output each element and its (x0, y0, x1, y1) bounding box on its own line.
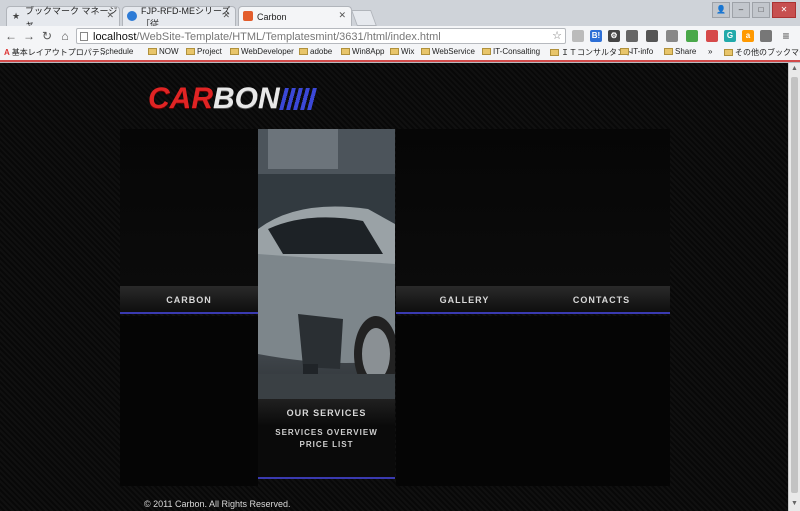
carbon-logo[interactable]: CARBON (148, 82, 319, 116)
extension-icon[interactable] (626, 30, 638, 42)
nav-block-contacts[interactable]: CONTACTS (533, 129, 670, 314)
bookmarks-bar: A 基本レイアウトプロパテ… Schedule NOW Project WebDe… (0, 46, 800, 60)
toolbar: ← → ↻ ⌂ localhost/WebSite-Template/HTML/… (0, 26, 800, 46)
nav-our-services[interactable]: OUR SERVICES (258, 408, 395, 418)
reload-icon[interactable]: ↻ (40, 29, 54, 43)
bookmark-item[interactable]: Project (186, 47, 222, 56)
scrollbar-thumb[interactable] (791, 77, 798, 493)
hatena-icon[interactable]: B! (590, 30, 602, 42)
content-panel-left (120, 316, 258, 486)
address-bar[interactable]: localhost/WebSite-Template/HTML/Template… (76, 28, 566, 44)
tab-strip: ★ ブックマーク マネージャ ✕ FJP-RFD-MEシリーズ［従 ✕ Carb… (0, 0, 800, 29)
window-controls: 👤 – □ ✕ (712, 2, 796, 18)
url-host: localhost (93, 31, 137, 43)
bookmark-item[interactable]: Schedule (98, 47, 133, 56)
page-icon (80, 32, 88, 41)
home-icon[interactable]: ⌂ (58, 29, 72, 43)
extension-icon[interactable] (686, 30, 698, 42)
bookmark-item[interactable]: その他のブックマーク (724, 47, 800, 58)
services-block: OUR SERVICES SERVICES OVERVIEW PRICE LIS… (258, 129, 395, 479)
folder-icon (299, 48, 308, 55)
forward-icon[interactable]: → (22, 29, 36, 43)
content-panel-middle (396, 316, 533, 486)
folder-icon (390, 48, 399, 55)
extension-icon[interactable] (760, 30, 772, 42)
folder-icon (482, 48, 491, 55)
nav-gallery[interactable]: GALLERY (396, 295, 533, 305)
link-services-overview[interactable]: SERVICES OVERVIEW (258, 428, 395, 437)
amazon-icon[interactable]: a (742, 30, 754, 42)
cast-icon[interactable] (666, 30, 678, 42)
folder-icon (341, 48, 350, 55)
bookmark-item[interactable]: WebDeveloper (230, 47, 294, 56)
bookmark-item[interactable]: NOW (148, 47, 179, 56)
url-path: /WebSite-Template/HTML/Templatesmint/363… (136, 31, 441, 43)
bookmark-item[interactable]: WebService (421, 47, 475, 56)
menu-icon[interactable]: ≡ (780, 30, 792, 42)
close-icon[interactable]: ✕ (338, 10, 346, 21)
bookmarks-overflow[interactable]: » (708, 47, 712, 56)
folder-icon (724, 49, 733, 56)
close-window-icon[interactable]: ✕ (772, 2, 796, 18)
logo-text-silver: BON (213, 82, 280, 115)
new-tab-button[interactable] (351, 10, 377, 26)
nav-block-carbon[interactable]: CARBON (120, 129, 258, 314)
progress-line (0, 60, 800, 62)
scroll-down-icon[interactable]: ▼ (790, 499, 799, 509)
bookmark-item[interactable]: IT-info (620, 47, 653, 56)
minimize-icon[interactable]: – (732, 2, 750, 18)
star-icon: ★ (11, 11, 21, 21)
folder-icon (550, 49, 559, 56)
adobe-icon: A (4, 48, 10, 57)
nav-contacts[interactable]: CONTACTS (533, 295, 670, 305)
tab-fjp[interactable]: FJP-RFD-MEシリーズ［従 ✕ (122, 6, 236, 29)
folder-icon (620, 48, 629, 55)
gear-icon[interactable]: ⚙ (608, 30, 620, 42)
tab-title: Carbon (257, 11, 287, 22)
back-icon[interactable]: ← (4, 29, 18, 43)
folder-icon (148, 48, 157, 55)
content-panel-right (533, 316, 670, 486)
maximize-icon[interactable]: □ (752, 2, 770, 18)
tab-carbon[interactable]: Carbon ✕ (238, 6, 352, 26)
bookmark-item[interactable]: Win8App (341, 47, 384, 56)
browser-chrome: ★ ブックマーク マネージャ ✕ FJP-RFD-MEシリーズ［従 ✕ Carb… (0, 0, 800, 63)
extension-icon[interactable] (706, 30, 718, 42)
vertical-scrollbar[interactable]: ▲ ▼ (788, 63, 800, 511)
bookmark-item[interactable]: A 基本レイアウトプロパテ… (4, 47, 108, 58)
nav-block-gallery[interactable]: GALLERY (396, 129, 533, 314)
html5-icon (243, 11, 253, 21)
folder-icon (664, 48, 673, 55)
scroll-up-icon[interactable]: ▲ (790, 64, 799, 74)
logo-text-red: CAR (148, 82, 213, 115)
car-image (258, 129, 395, 399)
globe-icon (127, 11, 137, 21)
nav-carbon[interactable]: CARBON (120, 295, 258, 305)
bookmark-item[interactable]: adobe (299, 47, 332, 56)
user-icon[interactable]: 👤 (712, 2, 730, 18)
close-icon[interactable]: ✕ (106, 10, 114, 21)
folder-icon (421, 48, 430, 55)
car-photo (258, 129, 395, 399)
bookmark-item[interactable]: Share (664, 47, 696, 56)
bookmark-item[interactable]: IT-Consalting (482, 47, 540, 56)
folder-icon (186, 48, 195, 55)
footer-copyright: © 2011 Carbon. All Rights Reserved. (144, 499, 291, 509)
extension-icon[interactable]: G (724, 30, 736, 42)
tab-bookmark-manager[interactable]: ★ ブックマーク マネージャ ✕ (6, 6, 120, 29)
bookmark-item[interactable]: Wix (390, 47, 414, 56)
logo-stripes-icon (278, 88, 319, 110)
extension-icon[interactable] (572, 30, 584, 42)
pocket-icon[interactable] (646, 30, 658, 42)
bookmark-star-icon[interactable]: ☆ (552, 28, 562, 44)
link-price-list[interactable]: PRICE LIST (258, 440, 395, 449)
folder-icon (230, 48, 239, 55)
close-icon[interactable]: ✕ (222, 10, 230, 21)
